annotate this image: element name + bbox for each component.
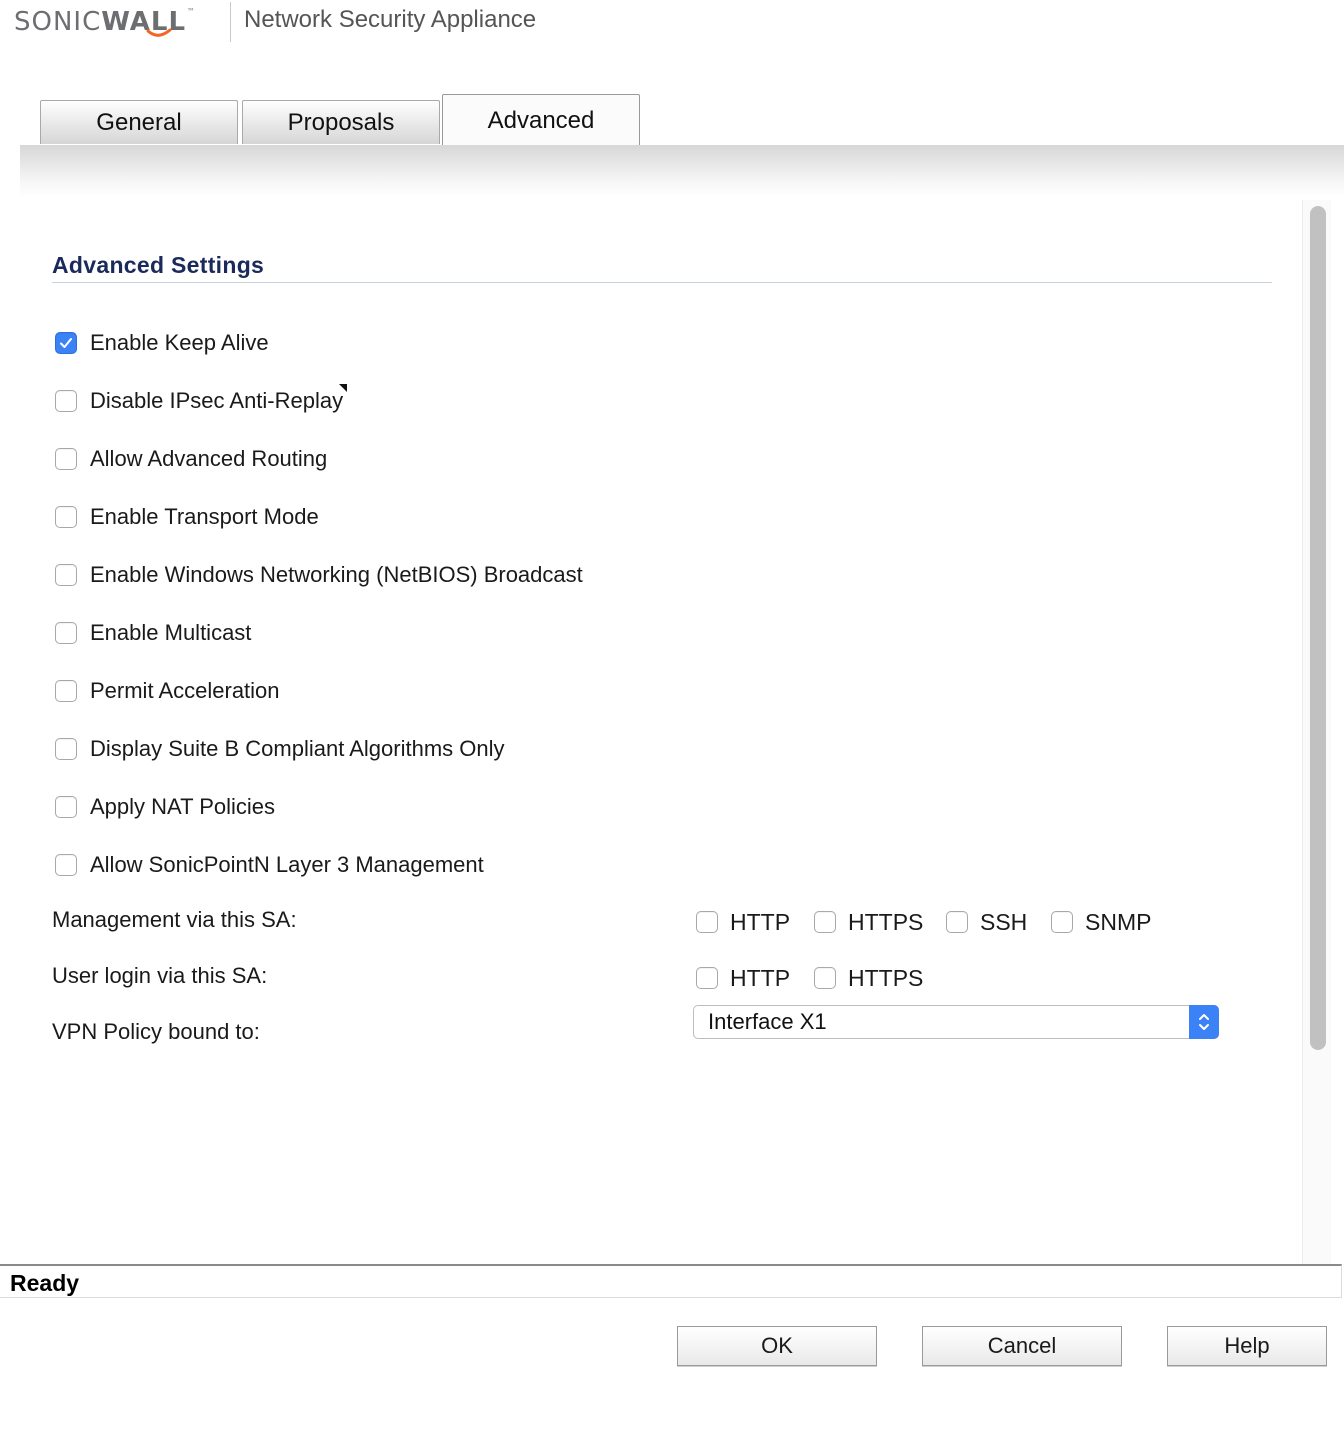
checkbox-disable-ipsec-anti-replay[interactable]: [55, 390, 77, 412]
checkbox-suite-b-only[interactable]: [55, 738, 77, 760]
option-enable-multicast[interactable]: Enable Multicast: [55, 618, 251, 648]
option-label: Permit Acceleration: [90, 678, 280, 703]
option-enable-keep-alive[interactable]: Enable Keep Alive: [55, 328, 269, 358]
sonicwall-logo: SONICWALL™: [14, 4, 196, 40]
checkbox-enable-keep-alive[interactable]: [55, 332, 77, 354]
option-label: Allow Advanced Routing: [90, 446, 328, 471]
checkbox-user-login-http[interactable]: [696, 967, 718, 989]
updown-chevron-icon: [1199, 1014, 1209, 1030]
checkbox-permit-acceleration[interactable]: [55, 680, 77, 702]
option-label: Enable Windows Networking (NetBIOS) Broa…: [90, 562, 583, 587]
checkbox-user-login-https[interactable]: [814, 967, 836, 989]
option-sonicpointn-layer3[interactable]: Allow SonicPointN Layer 3 Management: [55, 850, 484, 880]
checkbox-apply-nat-policies[interactable]: [55, 796, 77, 818]
user-login-https[interactable]: HTTPS: [814, 963, 923, 993]
logo-text-bold: WALL: [101, 7, 187, 37]
checkbox-management-https[interactable]: [814, 911, 836, 933]
option-label: Apply NAT Policies: [90, 794, 276, 819]
management-ssh[interactable]: SSH: [946, 907, 1027, 937]
management-https[interactable]: HTTPS: [814, 907, 923, 937]
vpn-policy-label: VPN Policy bound to:: [52, 1019, 260, 1044]
scrollbar-thumb[interactable]: [1310, 206, 1326, 1050]
tab-general[interactable]: General: [40, 100, 238, 144]
help-button[interactable]: Help: [1167, 1326, 1327, 1366]
checkbox-sonicpointn-layer3[interactable]: [55, 854, 77, 876]
logo-text-light: SONIC: [14, 7, 102, 37]
cancel-button[interactable]: Cancel: [922, 1326, 1122, 1366]
tab-strip: [20, 145, 1344, 197]
option-allow-advanced-routing[interactable]: Allow Advanced Routing: [55, 444, 327, 474]
checkbox-enable-multicast[interactable]: [55, 622, 77, 644]
option-label: Enable Multicast: [90, 620, 252, 645]
option-permit-acceleration[interactable]: Permit Acceleration: [55, 676, 280, 706]
section-title: Advanced Settings: [52, 252, 265, 278]
option-label: HTTP: [730, 908, 791, 935]
option-label: Disable IPsec Anti-Replay: [90, 388, 344, 413]
option-label: HTTPS: [848, 964, 924, 991]
user-login-http[interactable]: HTTP: [696, 963, 790, 993]
header-divider: [230, 2, 231, 42]
checkbox-management-http[interactable]: [696, 911, 718, 933]
management-label: Management via this SA:: [52, 907, 297, 932]
checkmark-icon: [60, 338, 72, 348]
tab-advanced[interactable]: Advanced: [442, 94, 640, 146]
select-arrows-icon[interactable]: [1189, 1005, 1219, 1039]
option-label: Display Suite B Compliant Algorithms Onl…: [90, 736, 505, 761]
logo-swoosh-icon: [146, 28, 172, 37]
option-label: SNMP: [1085, 908, 1152, 935]
ok-button[interactable]: OK: [677, 1326, 877, 1366]
option-apply-nat-policies[interactable]: Apply NAT Policies: [55, 792, 275, 822]
checkbox-enable-transport-mode[interactable]: [55, 506, 77, 528]
checkbox-enable-netbios-broadcast[interactable]: [55, 564, 77, 586]
section-divider: [52, 282, 1272, 283]
option-label: HTTPS: [848, 908, 924, 935]
info-tooltip-icon[interactable]: [339, 384, 347, 392]
option-label: Allow SonicPointN Layer 3 Management: [90, 852, 484, 877]
checkbox-allow-advanced-routing[interactable]: [55, 448, 77, 470]
checkbox-management-snmp[interactable]: [1051, 911, 1073, 933]
option-disable-ipsec-anti-replay[interactable]: Disable IPsec Anti-Replay: [55, 386, 343, 416]
user-login-label: User login via this SA:: [52, 963, 268, 988]
management-http[interactable]: HTTP: [696, 907, 790, 937]
status-text: Ready: [10, 1270, 80, 1296]
option-enable-netbios-broadcast[interactable]: Enable Windows Networking (NetBIOS) Broa…: [55, 560, 583, 590]
checkbox-management-ssh[interactable]: [946, 911, 968, 933]
management-snmp[interactable]: SNMP: [1051, 907, 1151, 937]
select-value: Interface X1: [708, 1009, 827, 1034]
tab-proposals[interactable]: Proposals: [242, 100, 440, 144]
option-label: SSH: [980, 908, 1028, 935]
status-bar: Ready: [0, 1264, 1342, 1298]
option-label: HTTP: [730, 964, 791, 991]
option-label: Enable Transport Mode: [90, 504, 319, 529]
option-enable-transport-mode[interactable]: Enable Transport Mode: [55, 502, 319, 532]
option-suite-b-only[interactable]: Display Suite B Compliant Algorithms Onl…: [55, 734, 505, 764]
app-title: Network Security Appliance: [244, 6, 537, 33]
logo-trademark: ™: [187, 7, 197, 16]
vpn-policy-interface-select[interactable]: Interface X1: [693, 1005, 1219, 1039]
option-label: Enable Keep Alive: [90, 330, 269, 355]
